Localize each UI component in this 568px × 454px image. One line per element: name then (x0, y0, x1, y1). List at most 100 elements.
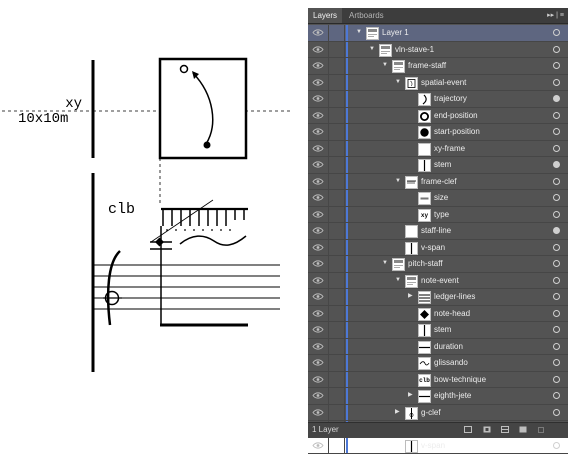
layer-name[interactable]: type (434, 207, 449, 223)
lock-toggle[interactable] (328, 124, 329, 140)
collapse-arrow-icon[interactable]: ▼ (395, 79, 401, 86)
layer-row[interactable]: size (308, 190, 568, 207)
layer-row[interactable]: start-position (308, 124, 568, 141)
target-circle-icon[interactable] (553, 95, 560, 102)
layer-name[interactable]: Layer 1 (382, 25, 409, 41)
lock-toggle[interactable] (328, 207, 329, 223)
layer-name[interactable]: frame-clef (421, 174, 457, 190)
target-circle-icon[interactable] (553, 112, 560, 119)
layer-name[interactable]: frame-staff (408, 58, 446, 74)
layer-row[interactable]: glissando (308, 355, 568, 372)
locate-object-icon[interactable] (464, 426, 472, 433)
visibility-eye-icon[interactable] (312, 243, 324, 252)
expand-arrow-icon[interactable]: ▶ (395, 409, 401, 416)
layer-name[interactable]: stem (434, 322, 451, 338)
target-circle-icon[interactable] (553, 178, 560, 185)
layer-name[interactable]: duration (434, 339, 463, 355)
layer-name[interactable]: stem (434, 157, 451, 173)
visibility-eye-icon[interactable] (312, 309, 324, 318)
layer-row[interactable]: stem (308, 322, 568, 339)
target-circle-icon[interactable] (553, 392, 560, 399)
visibility-eye-icon[interactable] (312, 342, 324, 351)
layer-row[interactable]: v-span (308, 438, 568, 454)
layer-row[interactable]: ▼note-event (308, 273, 568, 290)
collapse-arrow-icon[interactable]: ▼ (382, 260, 388, 267)
layer-name[interactable]: g-clef (421, 405, 441, 421)
layer-row[interactable]: stem (308, 157, 568, 174)
layer-row[interactable]: ▶eighth-jete (308, 388, 568, 405)
lock-toggle[interactable] (328, 91, 329, 107)
visibility-eye-icon[interactable] (312, 160, 324, 169)
layer-name[interactable]: spatial-event (421, 75, 466, 91)
visibility-eye-icon[interactable] (312, 28, 324, 37)
target-circle-icon[interactable] (553, 62, 560, 69)
visibility-eye-icon[interactable] (312, 408, 324, 417)
target-circle-icon[interactable] (553, 194, 560, 201)
layer-row[interactable]: ▼ frame-clef (308, 174, 568, 191)
target-circle-icon[interactable] (553, 128, 560, 135)
lock-toggle[interactable] (328, 42, 329, 58)
visibility-eye-icon[interactable] (312, 276, 324, 285)
lock-toggle[interactable] (328, 339, 329, 355)
lock-toggle[interactable] (328, 405, 329, 421)
collapse-arrow-icon[interactable]: ▼ (395, 178, 401, 185)
collapse-arrow-icon[interactable]: ▼ (395, 277, 401, 284)
layer-row[interactable]: ▼ Layer 1 (308, 25, 568, 42)
layer-row[interactable]: ▼frame-staff (308, 58, 568, 75)
lock-toggle[interactable] (328, 108, 329, 124)
delete-layer-icon[interactable] (537, 426, 545, 433)
target-circle-icon[interactable] (553, 376, 560, 383)
layer-name[interactable]: note-head (434, 306, 470, 322)
layer-row[interactable]: xytype (308, 207, 568, 224)
lock-toggle[interactable] (328, 174, 329, 190)
visibility-eye-icon[interactable] (312, 292, 324, 301)
lock-toggle[interactable] (328, 190, 329, 206)
layer-row[interactable]: ▼ pitch-staff (308, 256, 568, 273)
target-circle-icon[interactable] (553, 145, 560, 152)
layer-name[interactable]: eighth-jete (434, 388, 471, 404)
lock-toggle[interactable] (328, 141, 329, 157)
layer-name[interactable]: end-position (434, 108, 478, 124)
target-circle-icon[interactable] (553, 211, 560, 218)
collapse-arrow-icon[interactable]: ▼ (369, 46, 375, 53)
target-circle-icon[interactable] (553, 326, 560, 333)
make-clipping-mask-icon[interactable] (483, 426, 491, 433)
visibility-eye-icon[interactable] (312, 94, 324, 103)
target-circle-icon[interactable] (553, 277, 560, 284)
visibility-eye-icon[interactable] (312, 78, 324, 87)
layer-name[interactable]: pitch-staff (408, 256, 443, 272)
layer-name[interactable]: trajectory (434, 91, 467, 107)
target-circle-icon[interactable] (553, 244, 560, 251)
layer-name[interactable]: xy-frame (434, 141, 465, 157)
target-circle-icon[interactable] (553, 409, 560, 416)
target-circle-icon[interactable] (553, 310, 560, 317)
panel-menu-button[interactable]: ▸▸ | ≡ (547, 8, 564, 23)
lock-toggle[interactable] (328, 306, 329, 322)
layer-row[interactable]: clbbow-technique (308, 372, 568, 389)
lock-toggle[interactable] (328, 388, 329, 404)
visibility-eye-icon[interactable] (312, 61, 324, 70)
target-circle-icon[interactable] (553, 161, 560, 168)
visibility-eye-icon[interactable] (312, 144, 324, 153)
visibility-eye-icon[interactable] (312, 391, 324, 400)
visibility-eye-icon[interactable] (312, 375, 324, 384)
expand-arrow-icon[interactable]: ▶ (408, 293, 414, 300)
visibility-eye-icon[interactable] (312, 358, 324, 367)
target-circle-icon[interactable] (553, 359, 560, 366)
lock-toggle[interactable] (328, 256, 329, 272)
lock-toggle[interactable] (328, 372, 329, 388)
layer-name[interactable]: ledger-lines (434, 289, 475, 305)
layer-row[interactable]: ▶ g-clef (308, 405, 568, 422)
target-circle-icon[interactable] (553, 29, 560, 36)
lock-toggle[interactable] (328, 240, 329, 256)
visibility-eye-icon[interactable] (312, 193, 324, 202)
layer-name[interactable]: vln-stave-1 (395, 42, 434, 58)
layer-row[interactable]: xy-frame (308, 141, 568, 158)
visibility-eye-icon[interactable] (312, 259, 324, 268)
lock-toggle[interactable] (328, 438, 329, 454)
layer-name[interactable]: v-span (421, 240, 445, 256)
layer-name[interactable]: start-position (434, 124, 480, 140)
lock-toggle[interactable] (328, 75, 329, 91)
layer-row[interactable]: v-span (308, 240, 568, 257)
collapse-arrow-icon[interactable]: ▼ (356, 29, 362, 36)
